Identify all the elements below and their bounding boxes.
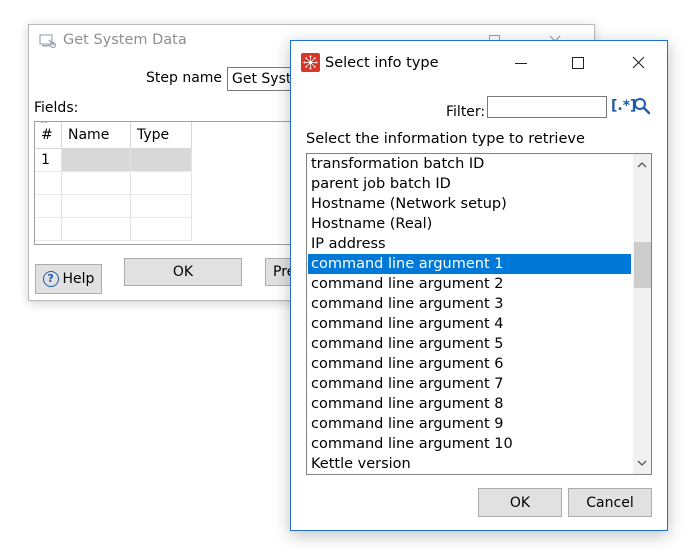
table-cell [35, 171, 62, 195]
dialog-title: Select info type [325, 55, 439, 71]
list-item[interactable]: IP address [308, 234, 631, 254]
list-item[interactable]: command line argument 2 [308, 274, 631, 294]
list-item[interactable]: Hostname (Real) [308, 214, 631, 234]
search-icon[interactable] [633, 97, 651, 115]
list-item[interactable]: command line argument 9 [308, 414, 631, 434]
maximize-button[interactable] [564, 49, 594, 77]
table-cell[interactable] [130, 194, 192, 218]
minimize-icon [515, 63, 527, 64]
column-header-name[interactable]: Name [61, 122, 131, 149]
scroll-down-icon[interactable] [633, 454, 651, 472]
help-button[interactable]: ? Help [35, 264, 102, 294]
help-icon: ? [42, 271, 59, 287]
list-item[interactable]: command line argument 7 [308, 374, 631, 394]
table-row[interactable] [35, 217, 192, 241]
close-button[interactable] [624, 49, 654, 77]
table-cell[interactable] [130, 148, 192, 172]
bg-ok-button[interactable]: OK [124, 258, 242, 286]
table-cell[interactable] [61, 217, 131, 241]
table-header: ^ # Name Type [35, 122, 192, 149]
table-row[interactable] [35, 171, 192, 195]
table-cell: 1 [35, 148, 62, 172]
table-cell[interactable] [61, 148, 131, 172]
window-title: Get System Data [63, 32, 187, 48]
step-name-label: Step name [146, 70, 223, 86]
column-header-index[interactable]: ^ # [35, 122, 62, 149]
close-icon [632, 56, 645, 69]
help-label: Help [62, 271, 95, 287]
table-cell[interactable] [130, 171, 192, 195]
table-row[interactable]: 1 [35, 148, 192, 172]
list-item[interactable]: command line argument 3 [308, 294, 631, 314]
filter-input[interactable] [487, 96, 607, 118]
list-item[interactable]: Hostname (Network setup) [308, 194, 631, 214]
info-type-list-label: Select the information type to retrieve [306, 131, 585, 147]
spoon-icon [303, 55, 318, 70]
list-scrollbar[interactable] [633, 154, 651, 474]
table-cell [35, 194, 62, 218]
table-cell[interactable] [61, 171, 131, 195]
table-cell[interactable] [61, 194, 131, 218]
filter-label: Filter: [446, 104, 486, 120]
cancel-button[interactable]: Cancel [568, 488, 652, 517]
list-item[interactable]: transformation batch ID [308, 154, 631, 174]
scroll-up-icon[interactable] [633, 156, 651, 174]
fields-table[interactable]: ^ # Name Type 1 [34, 121, 304, 245]
get-system-data-icon [39, 34, 57, 49]
minimize-button[interactable] [507, 49, 537, 77]
column-header-type[interactable]: Type [130, 122, 192, 149]
list-item-selected[interactable]: command line argument 1 [308, 254, 631, 274]
info-type-list[interactable]: transformation batch ID parent job batch… [306, 153, 652, 475]
list-item[interactable]: command line argument 5 [308, 334, 631, 354]
scrollbar-thumb[interactable] [634, 242, 651, 288]
list-item[interactable]: parent job batch ID [308, 174, 631, 194]
sort-caret-icon: ^ [40, 121, 48, 130]
table-cell[interactable] [130, 217, 192, 241]
list-item[interactable]: command line argument 4 [308, 314, 631, 334]
app-icon [301, 53, 320, 72]
table-row[interactable] [35, 194, 192, 218]
list-item[interactable]: command line argument 6 [308, 354, 631, 374]
list-item[interactable]: command line argument 8 [308, 394, 631, 414]
list-item[interactable]: command line argument 10 [308, 434, 631, 454]
table-cell [35, 217, 62, 241]
maximize-icon [572, 57, 584, 69]
select-info-type-dialog: Select info type Filter: [.*] Select the… [290, 40, 668, 531]
fields-label: Fields: [34, 100, 79, 116]
ok-button[interactable]: OK [478, 488, 562, 517]
list-item[interactable]: Kettle version [308, 454, 631, 474]
